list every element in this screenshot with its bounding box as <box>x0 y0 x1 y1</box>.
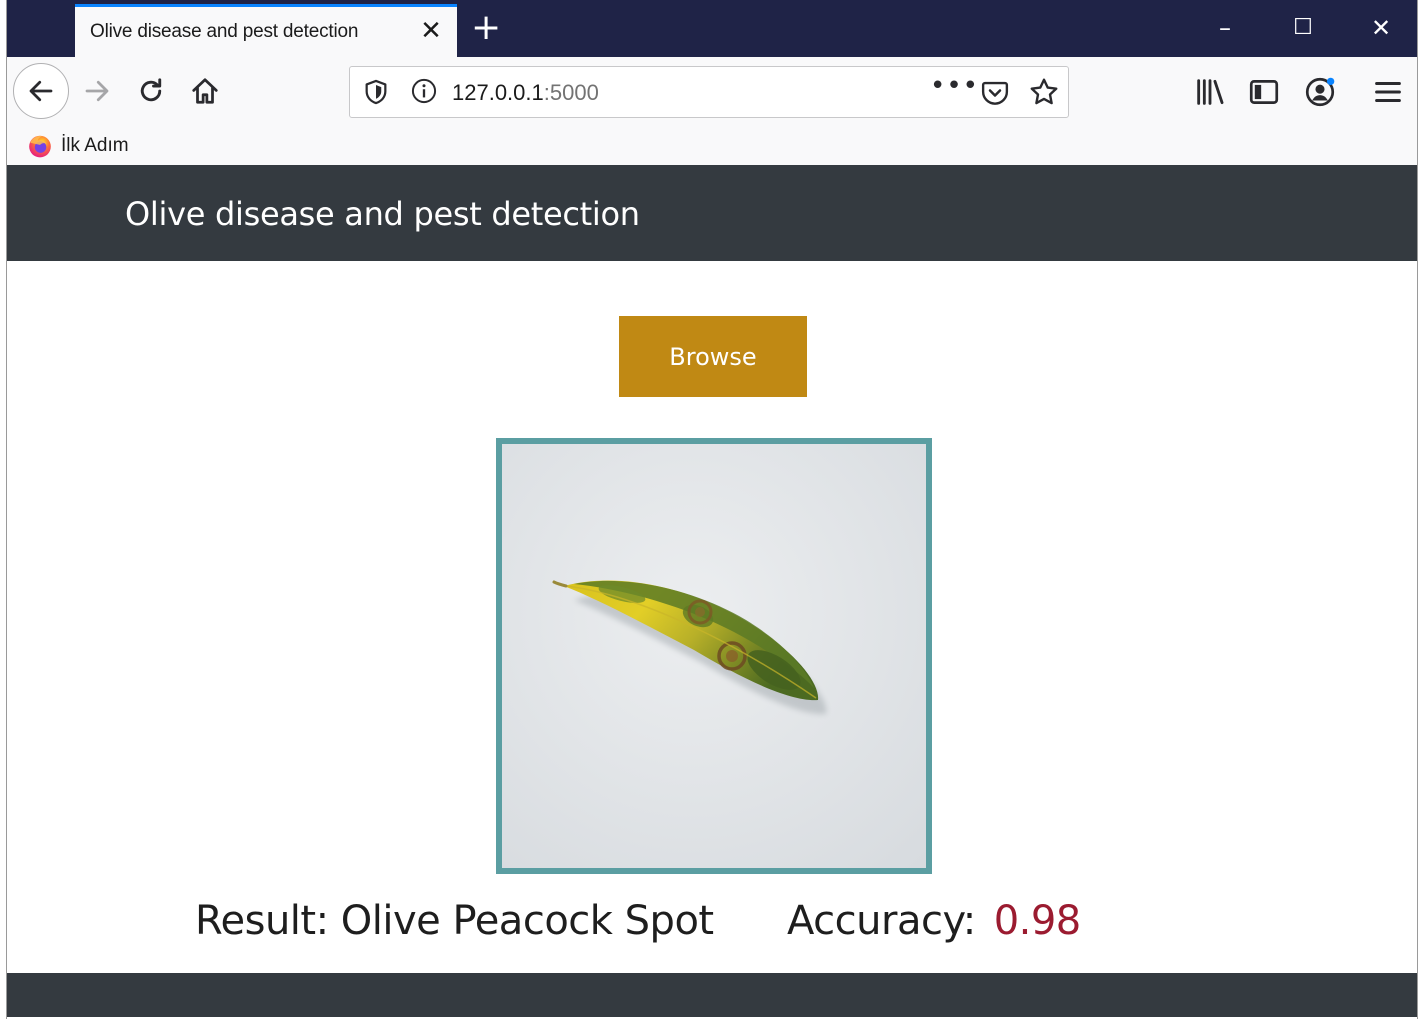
pocket-icon[interactable] <box>980 78 1010 108</box>
info-icon[interactable] <box>410 77 438 105</box>
bookmark-label: İlk Adım <box>61 135 129 156</box>
maximize-icon[interactable]: ☐ <box>1285 12 1321 44</box>
browse-button[interactable]: Browse <box>619 316 807 397</box>
firefox-icon <box>29 135 51 158</box>
account-icon[interactable] <box>1303 75 1337 109</box>
star-icon[interactable] <box>1028 76 1060 108</box>
reload-button[interactable] <box>129 69 173 113</box>
back-button[interactable] <box>13 63 69 119</box>
page-title: Olive disease and pest detection <box>125 195 640 233</box>
close-window-icon[interactable]: ✕ <box>1363 12 1399 44</box>
url-port: :5000 <box>543 80 599 105</box>
back-arrow-icon <box>29 80 53 102</box>
uploaded-image-frame <box>496 438 932 874</box>
app-footer <box>7 973 1417 1017</box>
tab-title: Olive disease and pest detection <box>90 21 359 42</box>
library-icon[interactable] <box>1193 75 1227 109</box>
tab-active[interactable]: Olive disease and pest detection ✕ <box>75 4 457 57</box>
leaf-image <box>502 444 926 868</box>
forward-button[interactable] <box>75 69 119 113</box>
browser-window: Olive disease and pest detection ✕ + – ☐… <box>6 0 1418 1019</box>
menu-icon[interactable] <box>1371 75 1405 109</box>
tab-close-icon[interactable]: ✕ <box>419 18 443 44</box>
forward-arrow-icon <box>85 80 109 102</box>
accuracy-label: Accuracy: <box>787 898 976 944</box>
bookmarks-bar: İlk Adım <box>7 127 1417 165</box>
url-text[interactable]: 127.0.0.1:5000 <box>452 80 599 106</box>
sidebar-icon[interactable] <box>1247 75 1281 109</box>
result-value: Olive Peacock Spot <box>340 898 714 944</box>
accuracy-value: 0.98 <box>993 898 1082 944</box>
url-host: 127.0.0.1 <box>452 80 544 105</box>
app-header: Olive disease and pest detection <box>7 165 1417 261</box>
page-actions-icon[interactable]: ••• <box>930 71 979 101</box>
accuracy-line: Accuracy: 0.98 <box>787 898 1081 944</box>
reload-icon <box>140 78 162 102</box>
home-icon <box>192 78 218 104</box>
page-content: Olive disease and pest detection Browse <box>7 165 1417 1019</box>
minimize-icon[interactable]: – <box>1207 12 1243 44</box>
nav-bar: 127.0.0.1:5000 ••• <box>7 57 1417 127</box>
result-label: Result: <box>195 898 329 944</box>
shield-icon[interactable] <box>362 77 390 107</box>
result-line: Result: Olive Peacock Spot <box>195 898 714 944</box>
new-tab-icon[interactable]: + <box>471 10 501 46</box>
home-button[interactable] <box>183 69 227 113</box>
tab-strip: Olive disease and pest detection ✕ + – ☐… <box>7 0 1417 57</box>
url-bar[interactable]: 127.0.0.1:5000 ••• <box>349 66 1069 118</box>
